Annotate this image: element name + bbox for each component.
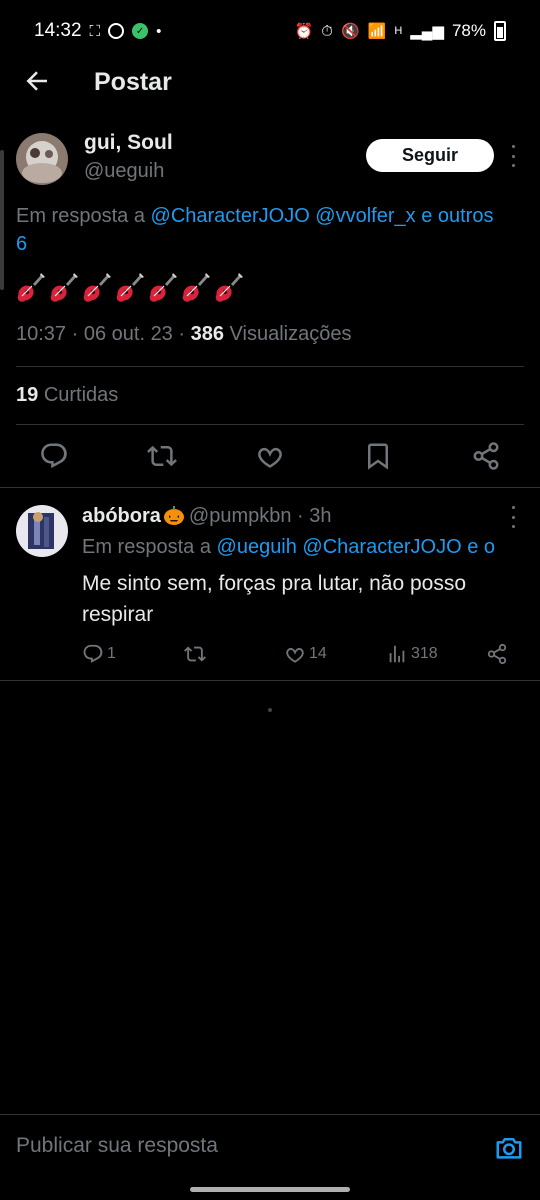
reply-icon[interactable]	[39, 441, 69, 471]
guitar-emoji	[181, 272, 210, 304]
views-count: 386	[190, 323, 224, 345]
reply-views-button[interactable]: 318	[386, 642, 438, 666]
reply-others-count[interactable]: 6	[16, 230, 27, 258]
reply-retweet-button[interactable]	[184, 642, 206, 666]
camera-icon[interactable]	[494, 1133, 524, 1163]
likes-count: 19	[16, 384, 39, 406]
reply-context: Em resposta a @CharacterJOJO @vvolfer_x …	[16, 202, 540, 230]
alarm-icon: ⏰	[294, 23, 314, 40]
reply-mentions[interactable]: @ueguih @CharacterJOJO e o	[217, 536, 496, 558]
guitar-emoji	[148, 272, 177, 304]
alarm-clock-icon: ⏱	[321, 22, 333, 40]
reply-more-options-icon[interactable]	[510, 506, 516, 528]
divider	[16, 366, 524, 367]
status-time: 14:32	[34, 20, 82, 41]
share-icon[interactable]	[471, 441, 501, 471]
composer-divider	[0, 1114, 540, 1115]
whatsapp-icon	[108, 23, 125, 39]
reply-author-name[interactable]: abóbora	[82, 505, 161, 527]
reply-reply-button[interactable]: 1	[82, 642, 116, 666]
likes-label: Curtidas	[43, 384, 119, 406]
reply-author-handle[interactable]: @pumpkbn	[189, 505, 292, 527]
home-indicator[interactable]	[190, 1187, 350, 1192]
tweet-date: 06 out. 23	[83, 323, 173, 345]
network-type: H	[394, 25, 403, 37]
reply-age[interactable]: 3h	[309, 505, 331, 527]
retweet-icon	[184, 646, 206, 662]
reply-share-button[interactable]	[486, 642, 508, 666]
tweet-time: 10:37	[16, 323, 67, 345]
retweet-icon[interactable]	[147, 441, 177, 471]
reply-like-button[interactable]: 14	[284, 642, 327, 666]
views-label: Visualizações	[229, 323, 352, 345]
guitar-emoji	[214, 272, 243, 304]
guitar-emoji	[82, 272, 111, 304]
back-arrow-icon[interactable]	[22, 66, 52, 96]
mute-icon: 🔇	[340, 23, 360, 40]
likes-summary[interactable]: 19 Curtidas	[16, 384, 118, 407]
reply-text: Me sinto sem, forças pra lutar, não poss…	[82, 572, 467, 626]
battery-icon	[494, 21, 506, 41]
scroll-indicator[interactable]	[0, 150, 4, 290]
battery-percent: 78%	[451, 21, 486, 40]
analytics-icon	[389, 645, 405, 663]
author-handle[interactable]: @ueguih	[84, 160, 164, 183]
bookmark-icon[interactable]	[363, 441, 393, 471]
dot-icon: •	[156, 22, 162, 40]
reply-composer-input[interactable]: Publicar sua resposta	[16, 1134, 218, 1158]
status-bar: 14:32 ⛶ ✓ • ⏰ ⏱ 🔇 📶 H ▂▄▆ 78%	[0, 0, 540, 62]
pumpkin-icon	[163, 505, 185, 525]
reply-header: abóbora @pumpkbn · 3h	[82, 505, 332, 527]
author-name[interactable]: gui, Soul	[84, 131, 173, 155]
signal-icon: ▂▄▆	[410, 23, 444, 40]
screenshot-icon: ⛶	[89, 22, 101, 40]
like-icon[interactable]	[255, 441, 285, 471]
guitar-emoji	[16, 272, 45, 304]
reply-context: Em resposta a @ueguih @CharacterJOJO e o	[82, 536, 540, 559]
reply-prefix: Em resposta a	[82, 536, 211, 558]
reply-mentions[interactable]: @CharacterJOJO @vvolfer_x e outros	[151, 205, 494, 227]
tweet-text	[16, 272, 243, 304]
check-icon: ✓	[132, 23, 149, 39]
like-count: 14	[309, 645, 327, 662]
divider	[0, 487, 540, 488]
view-count: 318	[411, 645, 438, 662]
author-avatar[interactable]	[16, 133, 68, 185]
guitar-emoji	[49, 272, 78, 304]
reply-icon	[83, 644, 103, 663]
follow-button[interactable]: Seguir	[366, 139, 494, 172]
reply-count: 1	[107, 645, 116, 662]
divider	[0, 680, 540, 681]
tweet-meta: 10:37 · 06 out. 23 · 386 Visualizações	[16, 323, 352, 345]
top-bar: Postar	[0, 62, 540, 104]
divider	[16, 424, 524, 425]
like-icon	[286, 648, 304, 663]
reply-author-avatar[interactable]	[16, 505, 68, 557]
more-options-icon[interactable]	[510, 145, 516, 167]
wifi-icon: 📶	[367, 23, 387, 40]
reply-prefix: Em resposta a	[16, 205, 145, 227]
share-icon	[487, 643, 507, 665]
page-title: Postar	[94, 68, 172, 96]
guitar-emoji	[115, 272, 144, 304]
loading-dot	[268, 708, 272, 712]
